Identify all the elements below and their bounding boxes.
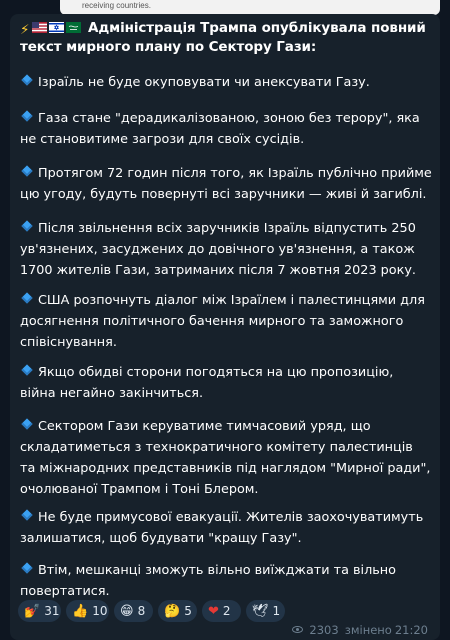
post-paragraph: Протягом 72 годин після того, як Ізраїль…	[20, 165, 432, 202]
reaction-count: 8	[137, 604, 146, 618]
saudi-flag-icon	[66, 21, 82, 33]
reaction-count: 5	[184, 604, 192, 618]
blue-diamond-icon	[21, 364, 33, 376]
us-flag-icon	[32, 21, 48, 33]
post-title: ⚡ Адміністрація Трампа опублікувала повн…	[20, 20, 435, 56]
reaction-count: 31	[44, 604, 60, 618]
edited-label: змінено	[344, 623, 392, 637]
thinking-icon: 🤔	[164, 603, 181, 619]
reaction-count: 10	[92, 604, 108, 618]
post-meta: 2303 змінено 21:20	[292, 623, 428, 637]
grin-icon: 😁	[120, 603, 134, 619]
reaction-heart[interactable]: ❤ 2	[202, 600, 241, 622]
blue-diamond-icon	[21, 110, 33, 122]
post-paragraph: Не буде примусової евакуації. Жителів за…	[20, 509, 424, 546]
blue-diamond-icon	[21, 74, 33, 86]
thumbs-up-icon: 👍	[72, 603, 89, 619]
lightning-icon: ⚡	[20, 22, 30, 38]
view-count: 2303	[309, 623, 339, 637]
reaction-grin[interactable]: 😁 8	[114, 600, 153, 622]
reaction-count: 2	[222, 604, 231, 618]
blue-diamond-icon	[21, 220, 33, 232]
israel-flag-icon	[49, 21, 65, 33]
blue-diamond-icon	[21, 418, 33, 430]
reaction-nail-polish[interactable]: 💅 31	[18, 600, 61, 622]
blue-diamond-icon	[21, 165, 33, 177]
post-paragraph: Втім, мешканці зможуть вільно виїжджати …	[20, 562, 397, 599]
post-paragraph: Після звільнення всіх заручників Ізраїль…	[20, 220, 416, 278]
dove-icon: 🕊	[252, 603, 269, 619]
previous-message-bubble[interactable]: receiving countries.	[60, 0, 440, 15]
reaction-thumbs-up[interactable]: 👍 10	[66, 600, 109, 622]
previous-message-text: receiving countries.	[82, 1, 151, 10]
post-paragraph: Сектором Гази керуватиме тимчасовий уряд…	[20, 418, 431, 497]
heart-icon: ❤	[208, 603, 219, 619]
post-paragraph: Ізраїль не буде окуповувати чи анексуват…	[20, 72, 432, 93]
post-paragraph: Газа стане "дерадикалізованою, зоною без…	[20, 110, 420, 147]
post-paragraph: Якщо обидві сторони погодяться на цю про…	[20, 364, 394, 401]
nail-polish-icon: 💅	[24, 603, 41, 619]
blue-diamond-icon	[21, 509, 33, 521]
reaction-count: 1	[272, 604, 281, 618]
blue-diamond-icon	[21, 292, 33, 304]
blue-diamond-icon	[21, 562, 33, 574]
reaction-thinking[interactable]: 🤔 5	[158, 600, 197, 622]
post-paragraph: США розпочнуть діалог між Ізраїлем і пал…	[20, 292, 425, 350]
reaction-dove[interactable]: 🕊 1	[246, 600, 285, 622]
eye-icon	[292, 626, 304, 634]
post-time: 21:20	[394, 623, 428, 637]
